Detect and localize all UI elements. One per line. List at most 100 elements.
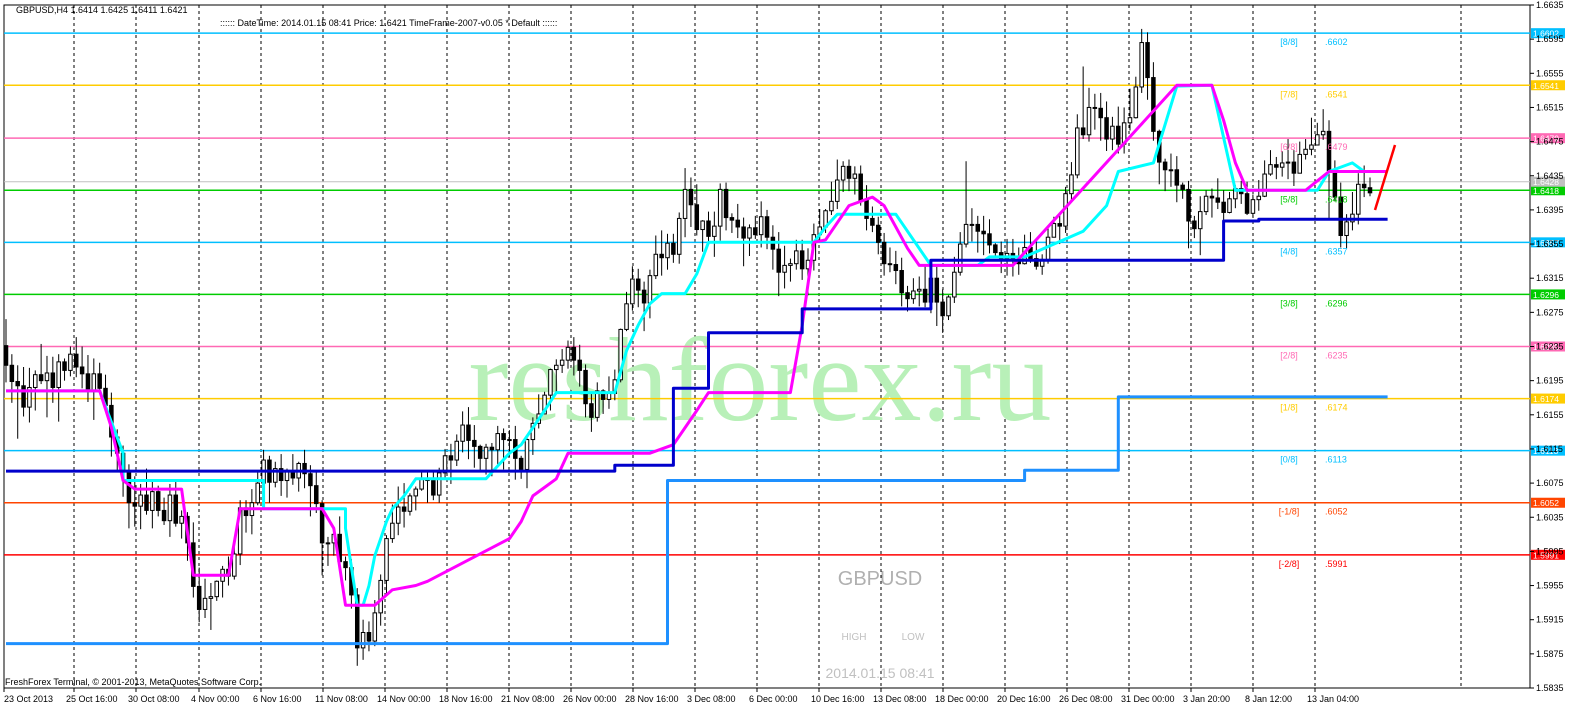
candle-body — [1274, 164, 1279, 168]
candle-body — [665, 242, 670, 259]
level-value: .6296 — [1325, 298, 1348, 308]
y-tick-label: 1.6035 — [1536, 512, 1564, 522]
candle-body — [360, 632, 366, 649]
center-high: HIGH — [842, 632, 867, 643]
candle-body — [589, 403, 594, 418]
candle-body — [630, 278, 635, 305]
x-tick-label: 8 Jan 12:00 — [1245, 694, 1292, 704]
candle-body — [952, 271, 957, 298]
x-tick-label: 18 Nov 16:00 — [439, 694, 493, 704]
candle-body — [829, 200, 834, 212]
candle-body — [196, 585, 202, 610]
candle-body — [881, 241, 887, 265]
level-value: .6418 — [1325, 194, 1348, 204]
candle-body — [79, 366, 85, 375]
candle-body — [641, 289, 647, 304]
candle-body — [899, 270, 904, 294]
candle-body — [401, 506, 407, 512]
y-tick-label: 1.6235 — [1536, 342, 1564, 352]
candle-body — [1110, 125, 1115, 140]
candle-body — [167, 494, 173, 522]
candle-body — [1244, 193, 1250, 214]
candle-body — [981, 230, 986, 235]
candle-body — [155, 491, 161, 511]
candle-body — [1209, 195, 1215, 199]
candle-body — [9, 364, 15, 383]
y-tick-label: 1.6155 — [1536, 410, 1564, 420]
y-tick-label: 1.6435 — [1536, 171, 1564, 181]
candle-body — [776, 248, 781, 273]
candle-body — [700, 220, 705, 231]
candle-body — [50, 372, 56, 388]
candle-body — [518, 457, 524, 470]
level-tag: [7/8] — [1280, 89, 1298, 99]
candle-body — [758, 216, 764, 236]
candle-body — [647, 275, 653, 304]
x-tick-label: 14 Nov 00:00 — [377, 694, 431, 704]
level-value: .6052 — [1325, 507, 1348, 517]
candle-body — [1297, 153, 1303, 174]
candle-body — [1192, 220, 1197, 230]
candle-body — [858, 173, 863, 202]
price-box-label: 1.6541 — [1533, 81, 1559, 91]
candle-body — [308, 473, 313, 487]
candle-body — [911, 290, 916, 300]
candle-body — [934, 277, 940, 303]
candle-body — [1250, 199, 1256, 214]
y-tick-label: 1.6075 — [1536, 478, 1564, 488]
y-tick-label: 1.5955 — [1536, 581, 1564, 591]
candle-body — [1080, 127, 1086, 136]
candle-body — [314, 485, 319, 505]
candle-body — [969, 223, 975, 226]
candle-body — [1051, 223, 1057, 238]
candle-body — [1291, 161, 1297, 174]
level-value: .6541 — [1325, 89, 1348, 99]
candle-body — [916, 288, 922, 292]
candle-body — [1075, 127, 1080, 176]
candle-body — [524, 439, 530, 470]
candle-body — [583, 369, 588, 405]
x-tick-label: 20 Dec 16:00 — [997, 694, 1051, 704]
candle-body — [864, 200, 869, 219]
candle-body — [559, 359, 565, 366]
x-tick-label: 4 Nov 00:00 — [191, 694, 240, 704]
level-labels-layer: [8/8] .6602 [7/8] .6541 [6/8] .6479 [5/8] .6418… — [1279, 37, 1348, 569]
candle-body — [208, 596, 214, 599]
y-tick-label: 1.6115 — [1536, 444, 1563, 454]
candle-body — [1356, 183, 1361, 215]
candle-body — [255, 482, 260, 504]
candle-body — [1186, 188, 1191, 222]
level-value: .6235 — [1325, 351, 1348, 361]
y-tick-label: 1.5835 — [1536, 683, 1564, 693]
candle-body — [73, 353, 79, 368]
candle-body — [419, 478, 424, 490]
y-tick-label: 1.6555 — [1536, 68, 1564, 78]
x-tick-label: 6 Dec 00:00 — [749, 694, 798, 704]
candle-body — [477, 445, 483, 459]
candle-body — [431, 480, 436, 496]
x-tick-label: 25 Oct 16:00 — [66, 694, 118, 704]
candle-body — [788, 263, 793, 266]
candle-body — [835, 179, 840, 202]
candle-body — [1092, 106, 1098, 109]
candle-body — [1344, 221, 1349, 237]
candle-body — [15, 381, 20, 387]
candle-body — [905, 292, 910, 300]
candle-body — [782, 264, 787, 273]
center-symbol: GBPUSD — [838, 568, 922, 590]
y-tick-label: 1.6195 — [1536, 376, 1564, 386]
candle-body — [1057, 223, 1062, 227]
candle-body — [1227, 198, 1232, 213]
level-value: .6113 — [1325, 455, 1347, 465]
candle-body — [214, 580, 220, 598]
x-tick-label: 11 Nov 08:00 — [315, 694, 368, 704]
candle-body — [794, 250, 799, 265]
candle-body — [1162, 161, 1168, 171]
candle-body — [1268, 164, 1273, 175]
candle-body — [712, 225, 717, 237]
candle-body — [325, 542, 331, 545]
candle-body — [343, 561, 348, 569]
trend-arrow — [1373, 144, 1397, 211]
candle-body — [671, 242, 676, 255]
candle-body — [993, 244, 998, 254]
